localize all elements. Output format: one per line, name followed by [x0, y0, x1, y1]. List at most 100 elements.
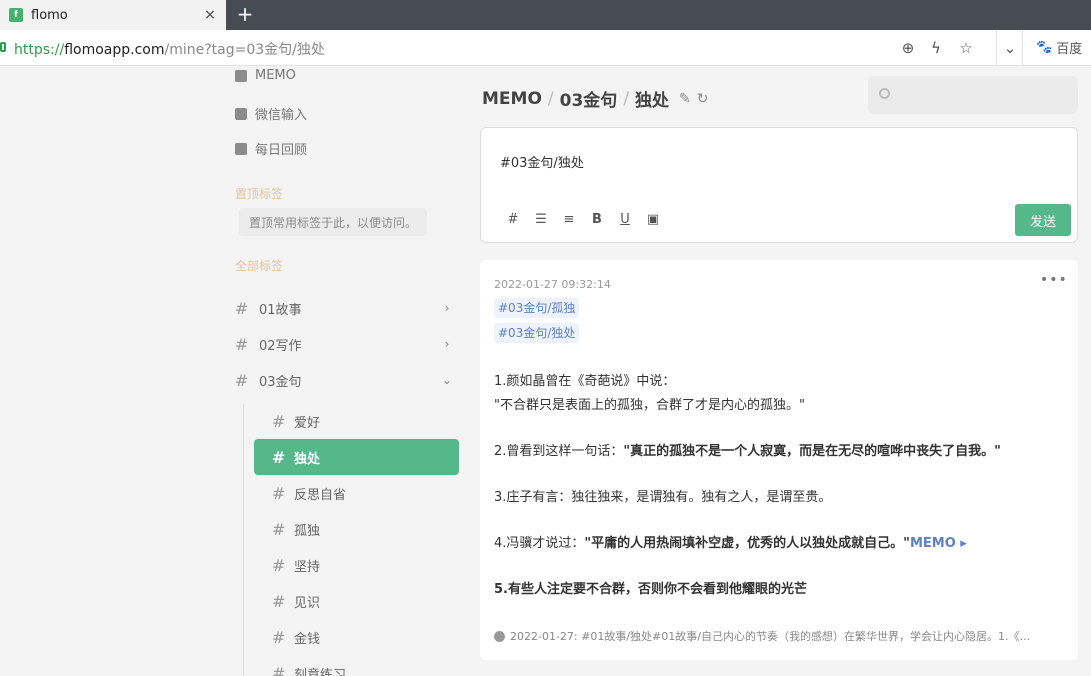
- edit-icon[interactable]: ✎: [679, 91, 691, 107]
- underline-button[interactable]: U: [611, 212, 639, 230]
- tag-item-02[interactable]: # 02写作 ›: [235, 331, 455, 357]
- memo-line: 4.冯骥才说过："平庸的人用热闹填补空虚，优秀的人以独处成就自己。"MEMO ▸: [494, 532, 967, 551]
- tag-label: 01故事: [259, 302, 302, 318]
- image-button[interactable]: ▣: [639, 212, 667, 230]
- send-button[interactable]: 发送: [1015, 204, 1071, 236]
- editor-toolbar: # ☰ ≡ B U ▣: [499, 212, 667, 230]
- memo-reference-text: 2022-01-27: #01故事/独处#01故事/自己内心的节奏（我的感想）在…: [510, 630, 1030, 643]
- breadcrumb-tag[interactable]: 03金句: [560, 86, 618, 111]
- url-host: flomoapp.com: [64, 42, 165, 58]
- subtag-label: 孤独: [294, 523, 321, 539]
- breadcrumb-separator: /: [623, 88, 630, 109]
- subtag-item[interactable]: # 反思自省: [254, 475, 459, 511]
- memo-line: "不合群只是表面上的孤独，合群了才是内心的孤独。": [494, 398, 805, 413]
- subtree-line: [243, 404, 244, 676]
- sidebar-item-wechat[interactable]: 微信输入: [235, 104, 307, 123]
- flomo-favicon-icon: f: [9, 8, 23, 22]
- subtag-label: 反思自省: [294, 487, 347, 503]
- memo-line: 1.颜如晶曾在《奇葩说》中说：: [494, 374, 676, 389]
- memo-line: 5.有些人注定要不合群，否则你不会看到他耀眼的光芒: [494, 582, 807, 597]
- search-icon: [879, 88, 890, 99]
- chat-icon: [235, 107, 247, 120]
- address-bar: https://flomoapp.com/mine?tag=03金句/独处 ⊕ …: [0, 30, 1091, 66]
- memo-line-text: 4.冯骥才说过：: [494, 536, 585, 551]
- chevron-down-icon[interactable]: ⌄: [439, 373, 455, 387]
- bullet-list-button[interactable]: ☰: [527, 212, 555, 230]
- hash-icon: #: [272, 591, 286, 611]
- breadcrumb-memo[interactable]: MEMO: [482, 89, 542, 109]
- browser-tab[interactable]: f flomo ×: [0, 0, 226, 30]
- memo-timestamp: 2022-01-27 09:32:14: [494, 278, 611, 291]
- hash-icon: #: [272, 627, 286, 647]
- hash-icon: #: [272, 519, 286, 539]
- tab-close-icon[interactable]: ×: [200, 7, 220, 23]
- chevron-down-icon[interactable]: ⌄: [1000, 38, 1020, 58]
- star-icon[interactable]: ☆: [956, 38, 976, 58]
- plus-circle-icon[interactable]: ⊕: [898, 38, 918, 58]
- search-box: [868, 76, 1078, 114]
- sidebar-item-label: 每日回顾: [255, 143, 308, 158]
- breadcrumb-subtag: 独处: [635, 91, 670, 111]
- hash-icon: #: [272, 663, 286, 676]
- memo-reference[interactable]: 2022-01-27: #01故事/独处#01故事/自己内心的节奏（我的感想）在…: [494, 628, 1030, 644]
- chevron-right-icon[interactable]: ›: [439, 301, 455, 315]
- subtag-label: 金钱: [294, 631, 321, 647]
- pinned-tags-hint: 置顶常用标签于此，以便访问。: [239, 208, 427, 236]
- memo-editor[interactable]: #03金句/独处 # ☰ ≡ B U ▣ 发送: [480, 127, 1078, 243]
- memo-tag[interactable]: #03金句/孤独: [494, 298, 580, 318]
- memo-tag[interactable]: #03金句/独处: [494, 323, 580, 343]
- subtag-label: 见识: [294, 595, 321, 611]
- breadcrumb-separator: /: [547, 88, 554, 109]
- baidu-paw-icon: 🐾: [1036, 40, 1053, 55]
- calendar-icon: [235, 142, 247, 155]
- subtag-item[interactable]: # 爱好: [254, 403, 459, 439]
- subtag-item[interactable]: # 孤独: [254, 511, 459, 547]
- address-divider: [996, 30, 997, 66]
- search-engine-button[interactable]: 🐾 百度: [1036, 38, 1082, 57]
- subtag-item[interactable]: # 见识: [254, 583, 459, 619]
- url-scheme: https://: [14, 42, 65, 58]
- tag-item-03[interactable]: # 03金句 ⌄: [235, 367, 455, 393]
- hash-icon: #: [235, 370, 249, 390]
- hashtag-button[interactable]: #: [499, 212, 527, 230]
- subtag-label: 爱好: [294, 415, 321, 431]
- hash-icon: #: [272, 483, 286, 503]
- hash-icon: #: [235, 298, 249, 318]
- tag-item-01[interactable]: # 01故事 ›: [235, 295, 455, 321]
- sidebar-item-memo[interactable]: MEMO: [235, 68, 296, 83]
- subtag-item[interactable]: # 金钱: [254, 619, 459, 655]
- grid-icon: [235, 69, 247, 82]
- tag-label: 03金句: [259, 374, 302, 390]
- hash-icon: #: [272, 411, 286, 431]
- breadcrumb: MEMO / 03金句 / 独处 ✎ ↻: [482, 86, 709, 112]
- hash-icon: #: [235, 334, 249, 354]
- sidebar-item-label: MEMO: [255, 68, 296, 83]
- subtag-item[interactable]: # 刻意练习: [254, 655, 459, 676]
- sidebar: MEMO 微信输入 每日回顾 置顶标签 置顶常用标签于此，以便访问。 全部标签 …: [0, 66, 470, 676]
- hash-icon: #: [272, 447, 286, 467]
- editor-content[interactable]: #03金句/独处: [500, 152, 584, 171]
- lightning-icon[interactable]: ϟ: [926, 38, 946, 58]
- url-path: /mine?tag=03金句/独处: [164, 42, 325, 58]
- search-input[interactable]: [898, 85, 1068, 105]
- new-tab-button[interactable]: +: [234, 3, 256, 27]
- url-field[interactable]: https://flomoapp.com/mine?tag=03金句/独处: [14, 39, 325, 59]
- link-icon: [494, 630, 505, 642]
- memo-link[interactable]: MEMO ▸: [910, 536, 967, 551]
- refresh-icon[interactable]: ↻: [697, 91, 709, 107]
- address-divider: [1022, 30, 1023, 66]
- numbered-list-button[interactable]: ≡: [555, 212, 583, 230]
- lock-icon: [0, 42, 6, 52]
- search-engine-label: 百度: [1056, 42, 1083, 57]
- memo-line: 3.庄子有言：独往独来，是谓独有。独有之人，是谓至贵。: [494, 490, 832, 505]
- sidebar-item-daily-review[interactable]: 每日回顾: [235, 139, 307, 158]
- more-options-icon[interactable]: •••: [1040, 272, 1068, 288]
- memo-line-bold: "平庸的人用热闹填补空虚，优秀的人以独处成就自己。": [584, 536, 910, 551]
- memo-line-bold: "真正的孤独不是一个人寂寞，而是在无尽的喧哗中丧失了自我。": [623, 444, 1001, 459]
- tag-label: 02写作: [259, 338, 302, 354]
- bold-button[interactable]: B: [583, 212, 611, 230]
- chevron-right-icon[interactable]: ›: [439, 337, 455, 351]
- subtag-item[interactable]: # 坚持: [254, 547, 459, 583]
- memo-line: 2.曾看到这样一句话："真正的孤独不是一个人寂寞，而是在无尽的喧哗中丧失了自我。…: [494, 440, 1001, 459]
- subtag-item-active[interactable]: # 独处: [254, 439, 459, 475]
